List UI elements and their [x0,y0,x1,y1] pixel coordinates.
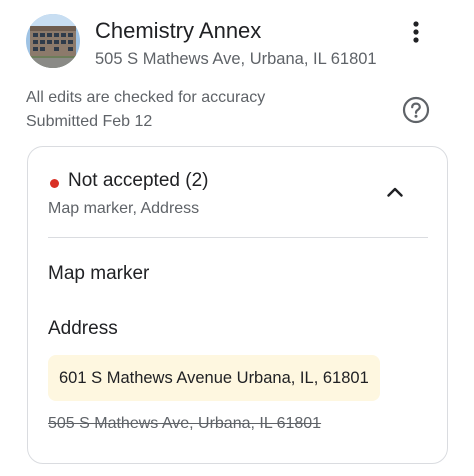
status-header[interactable]: Not accepted (2) Map marker, Address [48,170,428,223]
suggested-address: 601 S Mathews Avenue Urbana, IL, 61801 [48,355,380,401]
contribution-detail-page: Chemistry Annex 505 S Mathews Ave, Urban… [0,0,474,476]
place-name: Chemistry Annex [95,18,262,43]
divider [48,237,428,238]
place-photo[interactable] [26,14,80,68]
submitted-date: Submitted Feb 12 [26,113,153,130]
accuracy-note: All edits are checked for accuracy [26,89,266,106]
place-header: Chemistry Annex 505 S Mathews Ave, Urban… [26,14,456,70]
edit-info: All edits are checked for accuracy Submi… [26,86,265,134]
original-address: 505 S Mathews Ave, Urbana, IL 61801 [48,415,322,432]
field-label-address: Address [48,318,118,339]
help-icon [402,96,430,124]
more-options-button[interactable] [402,16,430,48]
edit-status-card: Not accepted (2) Map marker, Address Map… [27,146,448,464]
field-label-map-marker: Map marker [48,263,150,284]
help-button[interactable] [401,95,431,125]
status-dot [50,179,59,188]
place-address: 505 S Mathews Ave, Urbana, IL 61801 [95,50,377,68]
chevron-up-icon [387,187,403,197]
collapse-button[interactable] [380,177,410,207]
status-title: Not accepted (2) [68,170,209,191]
more-vert-icon [413,21,419,43]
status-summary: Map marker, Address [48,200,200,217]
